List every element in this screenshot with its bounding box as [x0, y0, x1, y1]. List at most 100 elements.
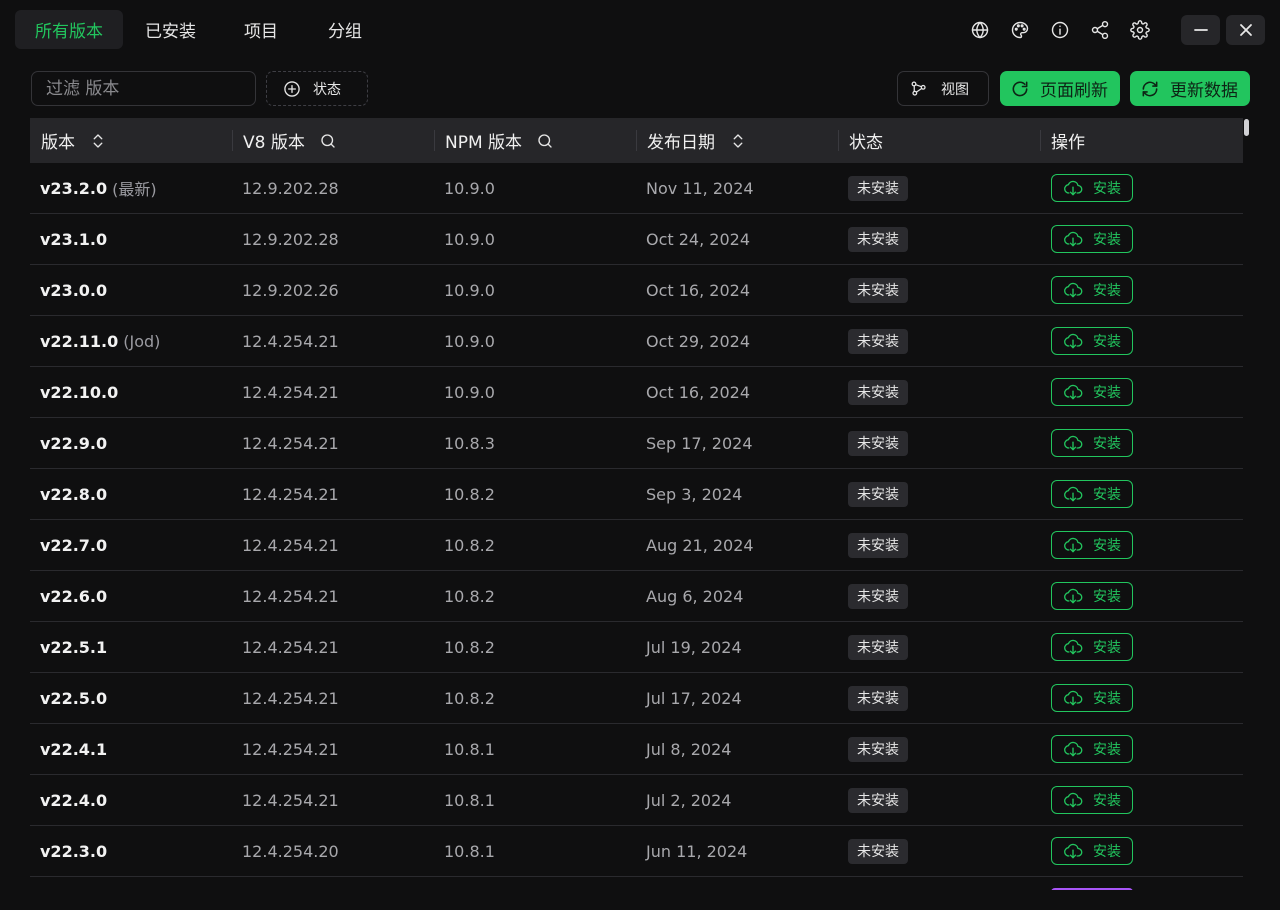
v8-version-cell: 12.4.254.21 [232, 571, 434, 621]
version-cell: v22.4.1 [30, 724, 232, 774]
status-cell: 未安装 [838, 214, 1040, 264]
install-button[interactable]: 安装 [1051, 582, 1133, 610]
v8-version-cell: 12.4.254.21 [232, 622, 434, 672]
share-icon[interactable] [1084, 14, 1116, 46]
tab-installed[interactable]: 已安装 [129, 10, 220, 49]
install-label: 安装 [1093, 844, 1121, 860]
install-button[interactable]: 安装 [1051, 276, 1133, 304]
column-label: V8 版本 [243, 133, 305, 153]
status-badge: 未安装 [848, 328, 908, 354]
v8-version: 12.9.202.28 [242, 178, 339, 198]
version-cell: v23.0.0 [30, 265, 232, 315]
version-cell: v22.7.0 [30, 520, 232, 570]
install-button[interactable]: 安装 [1051, 633, 1133, 661]
status-badge: 未安装 [848, 787, 908, 813]
scrollbar-thumb[interactable] [1244, 119, 1249, 136]
column-label: 版本 [41, 133, 75, 153]
install-label: 安装 [1093, 232, 1121, 248]
install-label: 安装 [1093, 487, 1121, 503]
v8-version: 12.9.202.28 [242, 229, 339, 249]
info-icon[interactable] [1044, 14, 1076, 46]
tab-projects[interactable]: 项目 [226, 10, 300, 49]
install-button[interactable]: 安装 [1051, 837, 1133, 865]
cloud-download-icon [1064, 435, 1083, 451]
column-label: 状态 [849, 133, 883, 153]
release-date-cell: Jul 19, 2024 [636, 622, 838, 672]
table-row: v22.5.1 12.4.254.21 10.8.2 Jul 19, 2024 未安装 安… [30, 622, 1243, 673]
install-label: 安装 [1093, 742, 1121, 758]
column-header-v8[interactable]: V8 版本 [232, 118, 434, 163]
cloud-download-icon [1064, 384, 1083, 400]
table-body: v23.2.0 (最新) 12.9.202.28 10.9.0 Nov 11, 2024… [30, 163, 1243, 877]
update-data-button[interactable]: 更新数据 [1130, 71, 1250, 106]
install-button[interactable]: 安装 [1051, 225, 1133, 253]
v8-version-cell: 12.4.254.20 [232, 826, 434, 876]
table-row: v22.11.0 (Jod) 12.4.254.21 10.9.0 Oct 29, 20… [30, 316, 1243, 367]
install-button[interactable]: 安装 [1051, 174, 1133, 202]
search-icon[interactable] [319, 132, 337, 150]
release-date-cell: Oct 24, 2024 [636, 214, 838, 264]
release-date: Sep 17, 2024 [646, 433, 753, 453]
install-button[interactable]: 安装 [1051, 735, 1133, 763]
actions-cell: 安装 [1040, 622, 1243, 672]
view-button[interactable]: 视图 [897, 71, 989, 106]
palette-icon[interactable] [1004, 14, 1036, 46]
install-button[interactable]: 安装 [1051, 429, 1133, 457]
column-header-npm[interactable]: NPM 版本 [434, 118, 636, 163]
column-label: NPM 版本 [445, 133, 523, 153]
release-date: Jul 17, 2024 [646, 688, 742, 708]
install-button[interactable]: 安装 [1051, 378, 1133, 406]
release-date: Jul 2, 2024 [646, 790, 732, 810]
version-cell: v22.3.0 [30, 826, 232, 876]
column-header-release-date[interactable]: 发布日期 [636, 118, 838, 163]
status-cell: 未安装 [838, 622, 1040, 672]
refresh-page-button[interactable]: 页面刷新 [1000, 71, 1120, 106]
top-icon-bar [964, 14, 1156, 46]
version-filter-input[interactable] [31, 71, 256, 106]
status-cell: 未安装 [838, 469, 1040, 519]
tab-groups[interactable]: 分组 [306, 10, 384, 49]
release-date-cell: Jul 8, 2024 [636, 724, 838, 774]
sort-icon[interactable] [729, 132, 747, 150]
sort-icon[interactable] [89, 132, 107, 150]
install-button[interactable]: 安装 [1051, 684, 1133, 712]
actions-cell: 安装 [1040, 826, 1243, 876]
table-header: 版本 V8 版本 NPM 版本 发布日期 状态 操作 [30, 118, 1243, 163]
npm-version: 10.8.2 [444, 586, 495, 606]
column-header-version[interactable]: 版本 [30, 118, 232, 163]
install-button[interactable]: 安装 [1051, 480, 1133, 508]
release-date-cell: Jul 2, 2024 [636, 775, 838, 825]
close-button[interactable] [1226, 15, 1265, 45]
install-label: 安装 [1093, 181, 1121, 197]
cloud-download-icon [1064, 741, 1083, 757]
globe-icon[interactable] [964, 14, 996, 46]
release-date-cell: Aug 6, 2024 [636, 571, 838, 621]
gear-icon[interactable] [1124, 14, 1156, 46]
status-badge: 未安装 [848, 481, 908, 507]
install-button[interactable]: 安装 [1051, 531, 1133, 559]
status-badge: 未安装 [848, 532, 908, 558]
install-label: 安装 [1093, 334, 1121, 350]
search-icon[interactable] [536, 132, 554, 150]
npm-version-cell: 10.9.0 [434, 316, 636, 366]
nav-tabs: 所有版本 已安装 项目 分组 [15, 10, 384, 49]
npm-version-cell: 10.9.0 [434, 367, 636, 417]
npm-version: 10.8.2 [444, 637, 495, 657]
tab-all-versions[interactable]: 所有版本 [15, 10, 123, 49]
close-icon [1239, 24, 1252, 36]
status-cell: 未安装 [838, 367, 1040, 417]
status-filter-button[interactable]: 状态 [266, 71, 368, 106]
table-scrollbar[interactable] [1243, 118, 1249, 890]
minimize-button[interactable] [1181, 15, 1220, 45]
install-button[interactable]: 安装 [1051, 786, 1133, 814]
install-button[interactable]: 安装 [1051, 327, 1133, 355]
release-date-cell: Sep 17, 2024 [636, 418, 838, 468]
status-cell: 未安装 [838, 265, 1040, 315]
status-cell: 未安装 [838, 775, 1040, 825]
actions-cell: 安装 [1040, 469, 1243, 519]
refresh-icon [1012, 81, 1028, 96]
npm-version-cell: 10.9.0 [434, 265, 636, 315]
release-date-cell: Aug 21, 2024 [636, 520, 838, 570]
v8-version: 12.4.254.21 [242, 331, 339, 351]
sync-icon [1142, 81, 1158, 96]
